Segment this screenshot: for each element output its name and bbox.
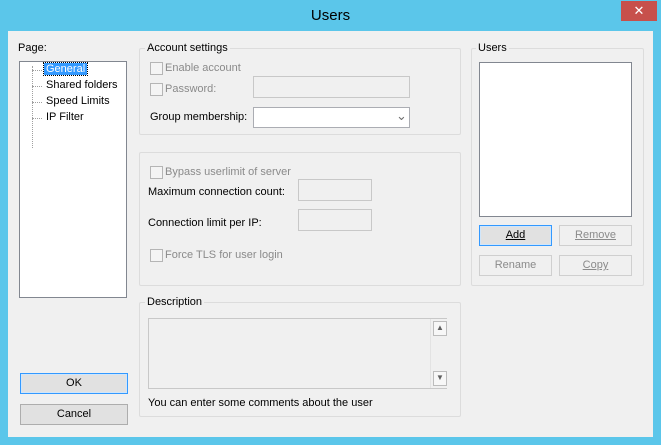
password-label: Password: bbox=[165, 83, 217, 95]
scroll-up-icon[interactable]: ▲ bbox=[433, 321, 447, 336]
account-settings-title: Account settings bbox=[145, 42, 230, 54]
add-user-button[interactable]: Add bbox=[479, 225, 552, 246]
force-tls-checkbox[interactable] bbox=[150, 249, 163, 262]
tree-connector bbox=[32, 102, 42, 103]
tree-connector bbox=[32, 86, 42, 87]
group-membership-label: Group membership: bbox=[150, 111, 248, 123]
group-membership-select[interactable]: ⌄ bbox=[253, 107, 410, 128]
description-scrollbar[interactable]: ▲ ▼ bbox=[430, 319, 447, 388]
users-title: Users bbox=[476, 42, 509, 54]
close-icon[interactable]: ✕ bbox=[621, 1, 657, 21]
description-title: Description bbox=[145, 296, 205, 308]
password-checkbox[interactable] bbox=[150, 83, 163, 96]
password-field[interactable] bbox=[253, 76, 410, 98]
users-dialog: Users ✕ Page: General Shared folders Spe… bbox=[0, 0, 661, 445]
max-connection-label: Maximum connection count: bbox=[148, 186, 285, 198]
ok-button[interactable]: OK bbox=[20, 373, 128, 394]
users-list[interactable] bbox=[479, 62, 632, 217]
window-title: Users bbox=[310, 7, 351, 24]
description-hint: You can enter some comments about the us… bbox=[148, 397, 373, 409]
tree-item-speed-limits[interactable]: Speed Limits bbox=[44, 95, 112, 107]
max-connection-field[interactable] bbox=[298, 179, 372, 201]
remove-user-button[interactable]: Remove bbox=[559, 225, 632, 246]
enable-account-checkbox[interactable] bbox=[150, 62, 163, 75]
dialog-client: Page: General Shared folders Speed Limit… bbox=[8, 31, 653, 437]
force-tls-label: Force TLS for user login bbox=[165, 249, 283, 261]
description-textarea[interactable]: ▲ ▼ bbox=[148, 318, 447, 389]
chevron-down-icon: ⌄ bbox=[396, 108, 407, 123]
page-tree[interactable]: General Shared folders Speed Limits IP F… bbox=[19, 61, 127, 298]
bypass-userlimit-label: Bypass userlimit of server bbox=[165, 166, 291, 178]
scroll-down-icon[interactable]: ▼ bbox=[433, 371, 447, 386]
bypass-userlimit-checkbox[interactable] bbox=[150, 166, 163, 179]
copy-user-button[interactable]: Copy bbox=[559, 255, 632, 276]
page-label: Page: bbox=[18, 42, 47, 54]
enable-account-label: Enable account bbox=[165, 62, 241, 74]
tree-connector bbox=[32, 66, 33, 148]
cancel-button[interactable]: Cancel bbox=[20, 404, 128, 425]
conn-per-ip-label: Connection limit per IP: bbox=[148, 217, 262, 229]
tree-item-ip-filter[interactable]: IP Filter bbox=[44, 111, 86, 123]
tree-connector bbox=[32, 70, 42, 71]
tree-item-shared-folders[interactable]: Shared folders bbox=[44, 79, 120, 91]
tree-item-general[interactable]: General bbox=[42, 62, 89, 76]
tree-connector bbox=[32, 118, 42, 119]
rename-user-button[interactable]: Rename bbox=[479, 255, 552, 276]
conn-per-ip-field[interactable] bbox=[298, 209, 372, 231]
